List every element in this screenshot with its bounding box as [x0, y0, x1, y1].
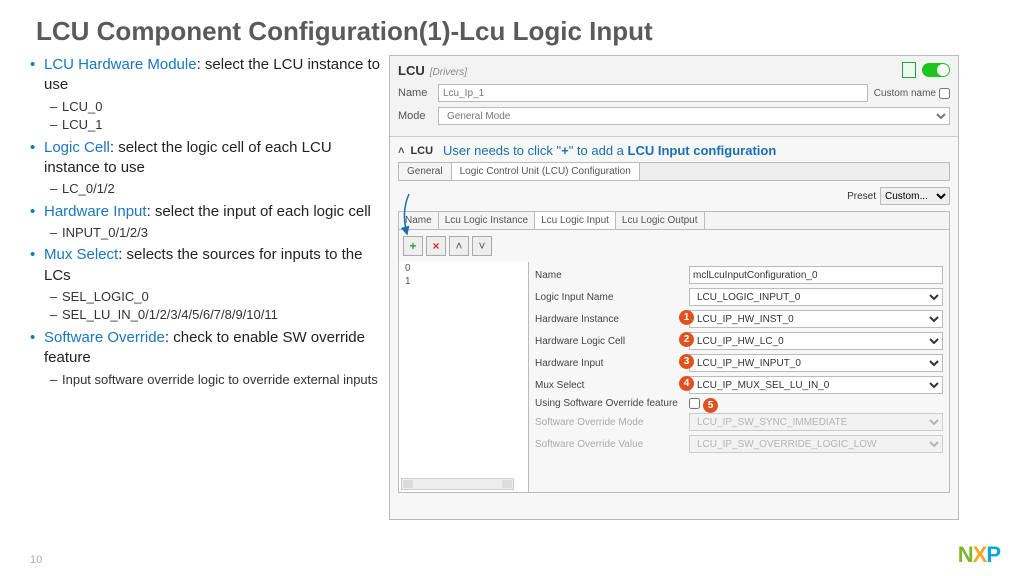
description-list: LCU Hardware Module: select the LCU inst…: [30, 55, 385, 520]
form-label-mux: Mux Select: [535, 380, 685, 391]
horizontal-scrollbar[interactable]: [401, 478, 514, 490]
nxp-logo: NXP: [958, 542, 1000, 568]
panel-title: LCU: [398, 63, 425, 78]
document-icon[interactable]: [902, 62, 916, 78]
bullet-mux-select: Mux Select: selects the sources for inpu…: [30, 245, 385, 324]
inner-tab-output[interactable]: Lcu Logic Output: [616, 212, 705, 229]
bullet-hw-module: LCU Hardware Module: select the LCU inst…: [30, 55, 385, 134]
lcu-section-label: LCU: [410, 145, 433, 157]
inner-tab-input[interactable]: Lcu Logic Input: [535, 212, 616, 229]
form-label-sw-mode: Software Override Mode: [535, 417, 685, 428]
form-label-name: Name: [535, 270, 685, 281]
list-item[interactable]: 1: [399, 275, 528, 288]
mode-select[interactable]: General Mode: [438, 107, 950, 125]
form-sw-mode-select: LCU_IP_SW_SYNC_IMMEDIATE: [689, 413, 943, 431]
enable-toggle[interactable]: [922, 63, 950, 77]
list-item[interactable]: 0: [399, 262, 528, 275]
inner-tab-instance[interactable]: Lcu Logic Instance: [439, 212, 535, 229]
move-up-button[interactable]: ˄: [449, 236, 469, 256]
form-sw-feature-checkbox[interactable]: [689, 398, 700, 409]
name-label: Name: [398, 87, 432, 99]
name-input[interactable]: [438, 84, 868, 102]
add-button[interactable]: +: [403, 236, 423, 256]
config-panel: LCU [Drivers] Name Custom name Mode Gene…: [389, 55, 959, 520]
form-mux-select[interactable]: LCU_IP_MUX_SEL_LU_IN_0: [689, 376, 943, 394]
form-hw-instance-select[interactable]: LCU_IP_HW_INST_0: [689, 310, 943, 328]
collapse-icon[interactable]: ˄: [398, 145, 404, 157]
callout-5: 5: [703, 398, 718, 413]
form-logic-input-select[interactable]: LCU_LOGIC_INPUT_0: [689, 288, 943, 306]
callout-4: 4: [679, 376, 694, 391]
form-label-sw-feature: Using Software Override feature: [535, 398, 685, 409]
callout-3: 3: [679, 354, 694, 369]
form-label-hw-lc: Hardware Logic Cell: [535, 336, 685, 347]
panel-subtitle: [Drivers]: [430, 67, 467, 78]
form-hw-lc-select[interactable]: LCU_IP_HW_LC_0: [689, 332, 943, 350]
form-label-logic-input: Logic Input Name: [535, 292, 685, 303]
properties-form: Name Logic Input Name LCU_LOGIC_INPUT_0 1…: [529, 262, 949, 492]
tab-general[interactable]: General: [399, 163, 452, 180]
move-down-button[interactable]: ˅: [472, 236, 492, 256]
tab-config[interactable]: Logic Control Unit (LCU) Configuration: [452, 163, 640, 180]
list-toolbar: + × ˄ ˅: [398, 230, 950, 262]
custom-name-checkbox[interactable]: [939, 88, 950, 99]
form-hw-input-select[interactable]: LCU_IP_HW_INPUT_0: [689, 354, 943, 372]
form-label-hw-instance: Hardware Instance: [535, 314, 685, 325]
bullet-hw-input: Hardware Input: select the input of each…: [30, 202, 385, 242]
preset-select[interactable]: Custom...: [880, 187, 950, 205]
form-label-sw-value: Software Override Value: [535, 439, 685, 450]
mode-label: Mode: [398, 110, 432, 122]
bullet-logic-cell: Logic Cell: select the logic cell of eac…: [30, 138, 385, 198]
remove-button[interactable]: ×: [426, 236, 446, 256]
inner-tab-name[interactable]: Name: [399, 212, 439, 229]
page-title: LCU Component Configuration(1)-Lcu Logic…: [0, 0, 1024, 47]
form-sw-value-select: LCU_IP_SW_OVERRIDE_LOGIC_LOW: [689, 435, 943, 453]
callout-1: 1: [679, 310, 694, 325]
outer-tabs: General Logic Control Unit (LCU) Configu…: [398, 162, 950, 181]
form-name-input[interactable]: [689, 266, 943, 284]
callout-2: 2: [679, 332, 694, 347]
inner-tabs: Name Lcu Logic Instance Lcu Logic Input …: [398, 211, 950, 230]
page-number: 10: [30, 554, 42, 566]
form-label-hw-input: Hardware Input: [535, 358, 685, 369]
custom-name-label: Custom name: [874, 88, 936, 99]
bullet-sw-override: Software Override: check to enable SW ov…: [30, 328, 385, 388]
preset-label: Preset: [847, 191, 876, 202]
item-list[interactable]: 0 1: [399, 262, 529, 492]
hint-text: User needs to click "+" to add a LCU Inp…: [443, 143, 776, 158]
